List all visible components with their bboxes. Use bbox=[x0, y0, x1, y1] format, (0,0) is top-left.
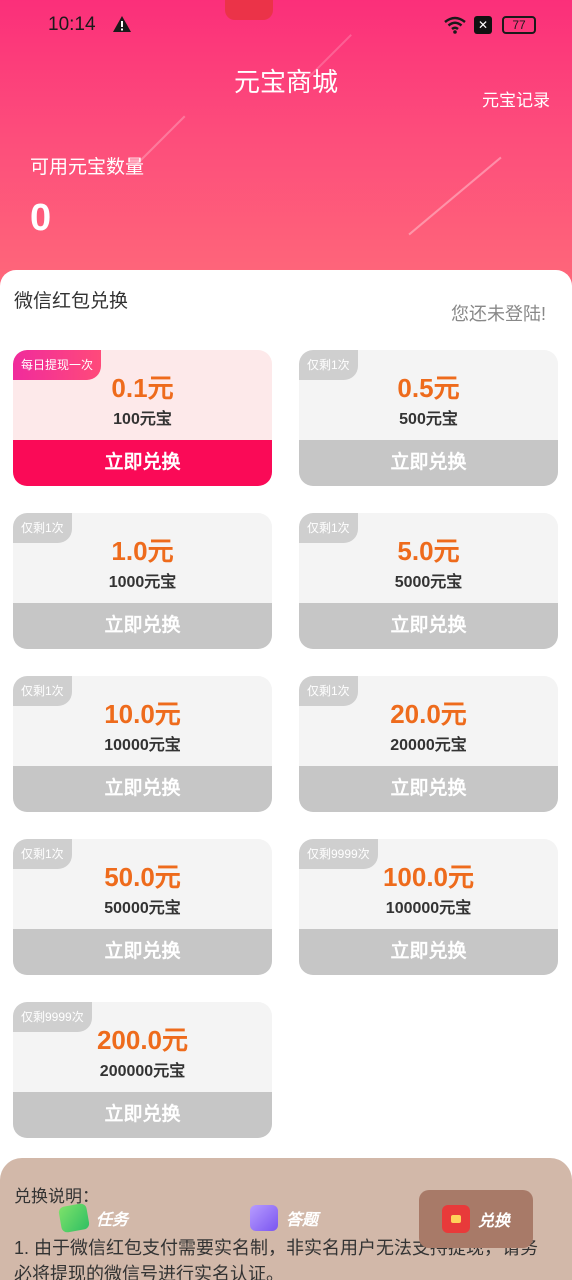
redeem-button[interactable]: 立即兑换 bbox=[299, 929, 558, 975]
header-banner: 10:14 ✕ 77 元宝商城 元宝记录 可用元宝数量 0 bbox=[0, 0, 572, 300]
record-link[interactable]: 元宝记录 bbox=[482, 86, 550, 111]
nav-quiz-label: 答题 bbox=[286, 1212, 319, 1229]
card-amount: 5000元宝 bbox=[394, 574, 463, 591]
card-amount: 10000元宝 bbox=[104, 737, 181, 754]
exchange-card: 仅剩1次 50.0元 50000元宝 立即兑换 bbox=[13, 839, 272, 975]
available-label: 可用元宝数量 bbox=[30, 157, 145, 178]
redeem-button[interactable]: 立即兑换 bbox=[13, 766, 272, 812]
status-bar: 10:14 ✕ 77 bbox=[0, 0, 572, 52]
nav-exchange-label: 兑换 bbox=[477, 1213, 510, 1230]
close-notification-icon: ✕ bbox=[474, 16, 492, 34]
red-envelope-icon bbox=[441, 1205, 470, 1233]
section-title: 微信红包兑换 bbox=[14, 291, 129, 312]
card-amount: 20000元宝 bbox=[390, 737, 467, 754]
exchange-card: 仅剩1次 1.0元 1000元宝 立即兑换 bbox=[13, 513, 272, 649]
redeem-button[interactable]: 立即兑换 bbox=[13, 1092, 272, 1138]
exchange-card: 仅剩1次 10.0元 10000元宝 立即兑换 bbox=[13, 676, 272, 812]
exchange-card: 仅剩9999次 100.0元 100000元宝 立即兑换 bbox=[299, 839, 558, 975]
warning-icon bbox=[113, 16, 131, 32]
card-amount: 1000元宝 bbox=[108, 574, 177, 591]
card-price: 5.0元 bbox=[397, 536, 460, 566]
card-amount: 100元宝 bbox=[113, 411, 172, 428]
redeem-button[interactable]: 立即兑换 bbox=[13, 440, 272, 486]
notes-title: 兑换说明： bbox=[14, 1187, 99, 1206]
card-price: 0.1元 bbox=[111, 373, 174, 403]
exchange-panel: 微信红包兑换 您还未登陆! 每日提现一次 0.1元 100元宝 立即兑换 仅剩1… bbox=[0, 270, 572, 1280]
card-price: 50.0元 bbox=[104, 862, 181, 892]
card-price: 0.5元 bbox=[397, 373, 460, 403]
redeem-button[interactable]: 立即兑换 bbox=[13, 603, 272, 649]
task-icon bbox=[57, 1202, 91, 1234]
card-amount: 500元宝 bbox=[399, 411, 458, 428]
battery-icon: 77 bbox=[502, 16, 536, 34]
redeem-button[interactable]: 立即兑换 bbox=[299, 440, 558, 486]
redeem-button[interactable]: 立即兑换 bbox=[299, 766, 558, 812]
exchange-card: 仅剩1次 5.0元 5000元宝 立即兑换 bbox=[299, 513, 558, 649]
status-time: 10:14 bbox=[48, 14, 96, 35]
login-hint[interactable]: 您还未登陆! bbox=[451, 300, 546, 326]
tv-icon bbox=[250, 1205, 278, 1231]
card-amount: 50000元宝 bbox=[104, 900, 181, 917]
sparkle-decoration bbox=[408, 156, 502, 236]
available-value: 0 bbox=[30, 197, 52, 239]
card-price: 1.0元 bbox=[111, 536, 174, 566]
exchange-card: 每日提现一次 0.1元 100元宝 立即兑换 bbox=[13, 350, 272, 486]
card-price: 100.0元 bbox=[382, 862, 475, 892]
exchange-card: 仅剩1次 20.0元 20000元宝 立即兑换 bbox=[299, 676, 558, 812]
wifi-icon bbox=[444, 16, 466, 34]
exchange-card: 仅剩1次 0.5元 500元宝 立即兑换 bbox=[299, 350, 558, 486]
card-price: 20.0元 bbox=[390, 699, 467, 729]
redeem-button[interactable]: 立即兑换 bbox=[13, 929, 272, 975]
card-amount: 100000元宝 bbox=[385, 900, 472, 917]
nav-quiz[interactable]: 答题 bbox=[250, 1205, 318, 1231]
nav-task-label: 任务 bbox=[96, 1212, 129, 1229]
card-price: 10.0元 bbox=[104, 699, 181, 729]
nav-task[interactable]: 任务 bbox=[57, 1202, 129, 1234]
redeem-button[interactable]: 立即兑换 bbox=[299, 603, 558, 649]
card-price: 200.0元 bbox=[96, 1025, 189, 1055]
exchange-card: 仅剩9999次 200.0元 200000元宝 立即兑换 bbox=[13, 1002, 272, 1138]
card-amount: 200000元宝 bbox=[99, 1063, 186, 1080]
nav-exchange[interactable]: 兑换 bbox=[419, 1190, 533, 1248]
